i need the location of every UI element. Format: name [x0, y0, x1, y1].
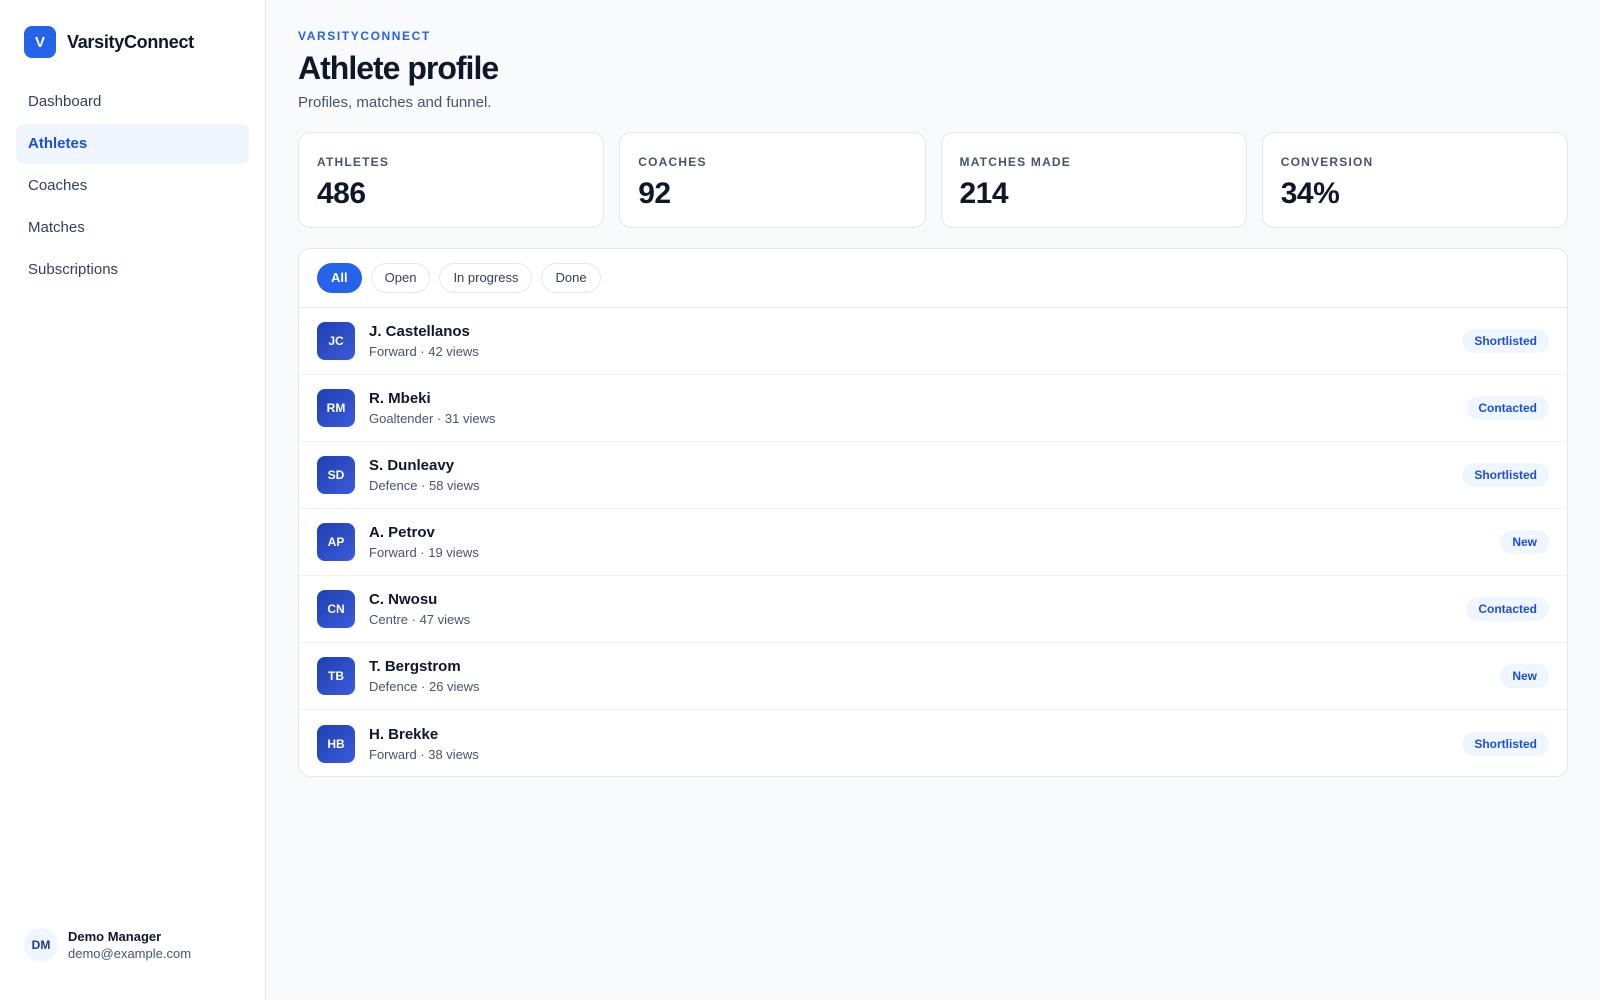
brand-logo-icon: V [24, 26, 56, 58]
user-avatar: DM [24, 928, 58, 962]
status-badge: Shortlisted [1462, 463, 1549, 487]
user-email: demo@example.com [68, 946, 192, 961]
athlete-info: T. Bergstrom Defence · 26 views [369, 658, 480, 694]
stat-value: 34% [1280, 177, 1340, 210]
athlete-name: A. Petrov [369, 524, 435, 541]
filter-chip-open[interactable]: Open [370, 263, 431, 293]
athlete-name: J. Castellanos [369, 323, 470, 340]
user-name: Demo Manager [68, 929, 162, 944]
athlete-name: C. Nwosu [369, 591, 438, 608]
user-profile[interactable]: DM Demo Manager demo@example.com [24, 928, 191, 962]
avatar: JC [317, 322, 355, 360]
sidebar-item-subscriptions[interactable]: Subscriptions [16, 250, 249, 290]
athletes-panel: All Open In progress Done JC J. Castella… [298, 248, 1568, 777]
brand-name: VarsityConnect [67, 31, 194, 52]
athlete-info: R. Mbeki Goaltender · 31 views [369, 390, 495, 426]
sidebar: V VarsityConnect Dashboard Athletes Coac… [0, 0, 266, 1000]
sidebar-item-dashboard[interactable]: Dashboard [16, 82, 249, 122]
athlete-info: C. Nwosu Centre · 47 views [369, 591, 470, 627]
athlete-name: T. Bergstrom [369, 658, 461, 675]
stat-value: 486 [317, 177, 366, 210]
user-details: Demo Manager demo@example.com [68, 929, 191, 961]
athlete-meta: Forward · 19 views [369, 545, 479, 560]
list-item[interactable]: SD S. Dunleavy Defence · 58 views Shortl… [299, 442, 1567, 509]
stat-card-athletes: ATHLETES 486 [298, 132, 605, 228]
athlete-meta: Forward · 42 views [369, 344, 479, 359]
stat-card-coaches: COACHES 92 [619, 132, 926, 228]
avatar: RM [317, 389, 355, 427]
avatar: SD [317, 456, 355, 494]
sidebar-item-coaches[interactable]: Coaches [16, 166, 249, 206]
athlete-meta: Centre · 47 views [369, 612, 471, 627]
athlete-info: S. Dunleavy Defence · 58 views [369, 457, 480, 493]
filter-bar: All Open In progress Done [299, 249, 1567, 308]
stat-card-matches-made: MATCHES MADE 214 [940, 132, 1247, 228]
athlete-meta: Defence · 26 views [369, 679, 480, 694]
status-badge: Shortlisted [1462, 731, 1549, 756]
stat-value: 92 [638, 177, 671, 210]
status-badge: New [1500, 530, 1549, 554]
brand[interactable]: V VarsityConnect [24, 26, 194, 58]
status-badge: Contacted [1466, 597, 1549, 621]
athlete-name: S. Dunleavy [369, 457, 455, 474]
page-title: Athlete profile [298, 50, 499, 86]
status-badge: Shortlisted [1462, 329, 1549, 353]
stat-card-conversion: CONVERSION 34% [1261, 132, 1568, 228]
filter-chip-in-progress[interactable]: In progress [439, 263, 533, 293]
list-item[interactable]: RM R. Mbeki Goaltender · 31 views Contac… [299, 375, 1567, 442]
stat-label: COACHES [638, 155, 707, 169]
list-item[interactable]: CN C. Nwosu Centre · 47 views Contacted [299, 576, 1567, 643]
athlete-meta: Defence · 58 views [369, 478, 480, 493]
athlete-name: H. Brekke [369, 725, 439, 743]
stat-value: 214 [959, 177, 1009, 210]
list-item[interactable]: JC J. Castellanos Forward · 42 views Sho… [299, 308, 1567, 375]
athlete-meta: Forward · 38 views [369, 746, 479, 762]
page-eyebrow: VARSITYCONNECT [298, 29, 431, 43]
page-subtitle: Profiles, matches and funnel. [298, 94, 492, 111]
athlete-info: A. Petrov Forward · 19 views [369, 524, 479, 560]
athlete-info: J. Castellanos Forward · 42 views [369, 323, 479, 359]
status-badge: New [1500, 664, 1549, 688]
athlete-info: H. Brekke Forward · 38 views [369, 726, 479, 762]
avatar: CN [317, 590, 355, 628]
athlete-name: R. Mbeki [369, 390, 431, 407]
stat-label: CONVERSION [1280, 155, 1374, 169]
sidebar-item-athletes[interactable]: Athletes [16, 124, 249, 164]
stat-label: MATCHES MADE [959, 155, 1072, 169]
avatar: HB [317, 724, 355, 763]
athlete-meta: Goaltender · 31 views [369, 411, 496, 426]
avatar: AP [317, 523, 355, 561]
sidebar-nav: Dashboard Athletes Coaches Matches Subsc… [16, 82, 249, 292]
list-item[interactable]: TB T. Bergstrom Defence · 26 views New [299, 643, 1567, 710]
status-badge: Contacted [1466, 396, 1549, 420]
list-item[interactable]: AP A. Petrov Forward · 19 views New [299, 509, 1567, 576]
sidebar-item-matches[interactable]: Matches [16, 208, 249, 248]
filter-chip-done[interactable]: Done [541, 263, 601, 293]
stats-row: ATHLETES 486 COACHES 92 MATCHES MADE 214… [298, 132, 1568, 228]
stat-label: ATHLETES [317, 155, 390, 169]
avatar: TB [317, 657, 355, 695]
list-item[interactable]: HB H. Brekke Forward · 38 views Shortlis… [299, 710, 1567, 776]
filter-chip-all[interactable]: All [317, 263, 362, 293]
